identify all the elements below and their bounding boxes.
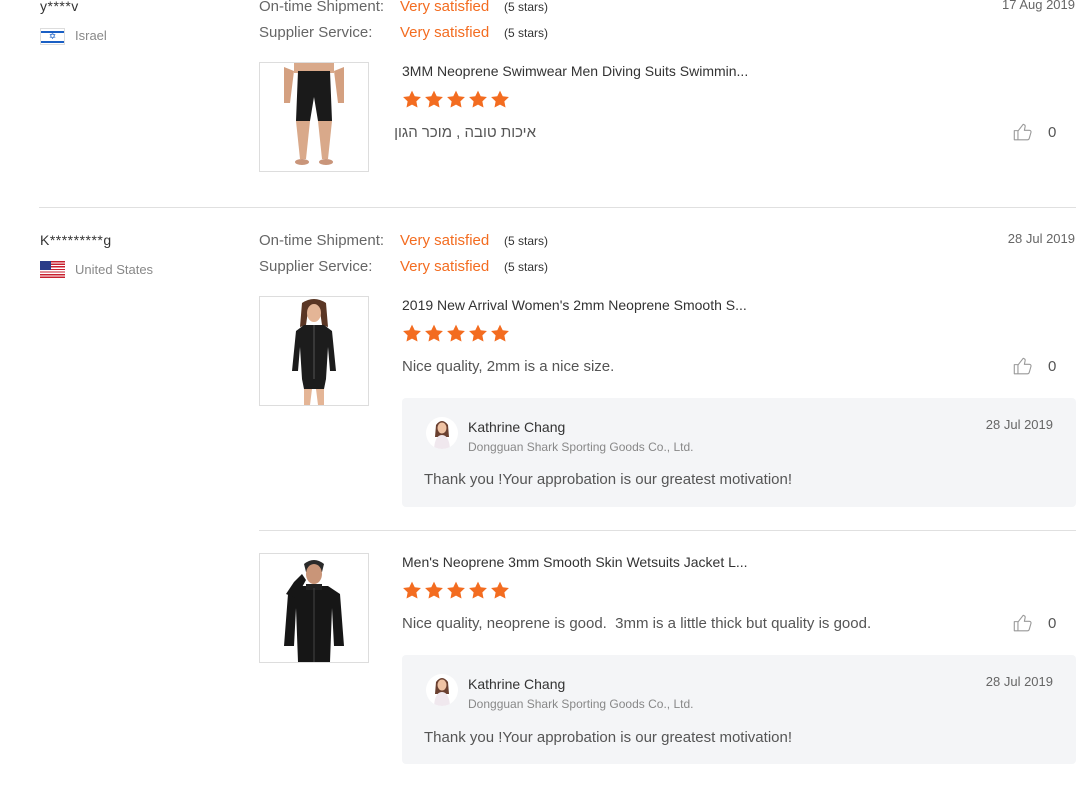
avatar-portrait-icon xyxy=(434,421,450,449)
buyer-name: y****v xyxy=(40,0,79,14)
product-title-link[interactable]: 2019 New Arrival Women's 2mm Neoprene Sm… xyxy=(402,297,747,313)
review-date: 28 Jul 2019 xyxy=(1007,231,1075,246)
product-title-link[interactable]: Men's Neoprene 3mm Smooth Skin Wetsuits … xyxy=(402,554,748,570)
helpful-count: 0 xyxy=(1048,357,1057,375)
service-stars: (5 stars) xyxy=(504,260,549,274)
star-icon xyxy=(423,323,445,344)
shipment-label: On-time Shipment: xyxy=(259,0,385,15)
star-rating xyxy=(401,323,511,344)
star-icon xyxy=(401,323,423,344)
star-icon xyxy=(489,89,511,110)
shipment-stars: (5 stars) xyxy=(504,234,549,248)
helpful-button[interactable]: 0 xyxy=(1012,355,1056,377)
service-label: Supplier Service: xyxy=(259,24,373,41)
review-text: איכות טובה , מוכר הגון xyxy=(394,124,536,141)
supplier-company: Dongguan Shark Sporting Goods Co., Ltd. xyxy=(468,440,694,454)
womens-wetsuit-product-image xyxy=(292,299,336,405)
thumbs-up-icon[interactable] xyxy=(1012,355,1034,377)
star-icon xyxy=(401,580,423,601)
avatar-portrait-icon xyxy=(434,678,450,706)
thumbs-up-icon[interactable] xyxy=(1012,612,1034,634)
supplier-name: Kathrine Chang xyxy=(468,676,566,692)
star-rating xyxy=(401,89,511,110)
service-rating: Very satisfied xyxy=(400,24,490,41)
star-icon xyxy=(445,323,467,344)
reply-text: Thank you !Your approbation is our great… xyxy=(424,471,792,488)
star-icon xyxy=(489,323,511,344)
reply-date: 28 Jul 2019 xyxy=(985,674,1053,689)
product-thumbnail[interactable] xyxy=(259,296,369,406)
product-thumbnail[interactable] xyxy=(259,62,369,172)
helpful-button[interactable]: 0 xyxy=(1012,121,1056,143)
star-icon xyxy=(467,89,489,110)
star-icon xyxy=(445,89,467,110)
star-icon xyxy=(467,323,489,344)
helpful-count: 0 xyxy=(1048,123,1057,141)
supplier-reply: Kathrine Chang Dongguan Shark Sporting G… xyxy=(402,655,1076,764)
star-icon xyxy=(401,89,423,110)
buyer-country: United States xyxy=(75,262,154,277)
supplier-name: Kathrine Chang xyxy=(468,419,566,435)
buyer-country: Israel xyxy=(75,28,107,43)
helpful-button[interactable]: 0 xyxy=(1012,612,1056,634)
supplier-company: Dongguan Shark Sporting Goods Co., Ltd. xyxy=(468,697,694,711)
item-divider xyxy=(259,530,1076,531)
reply-text: Thank you !Your approbation is our great… xyxy=(424,729,792,746)
star-icon xyxy=(489,580,511,601)
review-text: Nice quality, 2mm is a nice size. xyxy=(402,358,615,375)
star-icon xyxy=(445,580,467,601)
shipment-stars: (5 stars) xyxy=(504,0,549,14)
supplier-avatar xyxy=(426,674,458,706)
supplier-reply: Kathrine Chang Dongguan Shark Sporting G… xyxy=(402,398,1076,507)
shipment-rating: Very satisfied xyxy=(400,0,490,15)
product-thumbnail[interactable] xyxy=(259,553,369,663)
service-rating: Very satisfied xyxy=(400,258,490,275)
helpful-count: 0 xyxy=(1048,614,1057,632)
swim-shorts-product-image xyxy=(284,63,344,165)
us-flag-icon xyxy=(40,261,65,278)
shipment-rating: Very satisfied xyxy=(400,232,490,249)
reply-date: 28 Jul 2019 xyxy=(985,417,1053,432)
mens-wetsuit-jacket-product-image xyxy=(284,560,344,662)
star-rating xyxy=(401,580,511,601)
star-icon xyxy=(423,580,445,601)
review-date: 17 Aug 2019 xyxy=(1001,0,1075,12)
star-icon xyxy=(467,580,489,601)
service-label: Supplier Service: xyxy=(259,258,373,275)
supplier-avatar xyxy=(426,417,458,449)
review-divider xyxy=(39,207,1076,208)
product-title-link[interactable]: 3MM Neoprene Swimwear Men Diving Suits S… xyxy=(402,63,748,79)
israel-flag-icon: ✡ xyxy=(40,28,65,45)
shipment-label: On-time Shipment: xyxy=(259,232,385,249)
star-icon xyxy=(423,89,445,110)
thumbs-up-icon[interactable] xyxy=(1012,121,1034,143)
buyer-name: K*********g xyxy=(40,232,112,248)
review-text: Nice quality, neoprene is good. 3mm is a… xyxy=(402,615,872,632)
service-stars: (5 stars) xyxy=(504,26,549,40)
